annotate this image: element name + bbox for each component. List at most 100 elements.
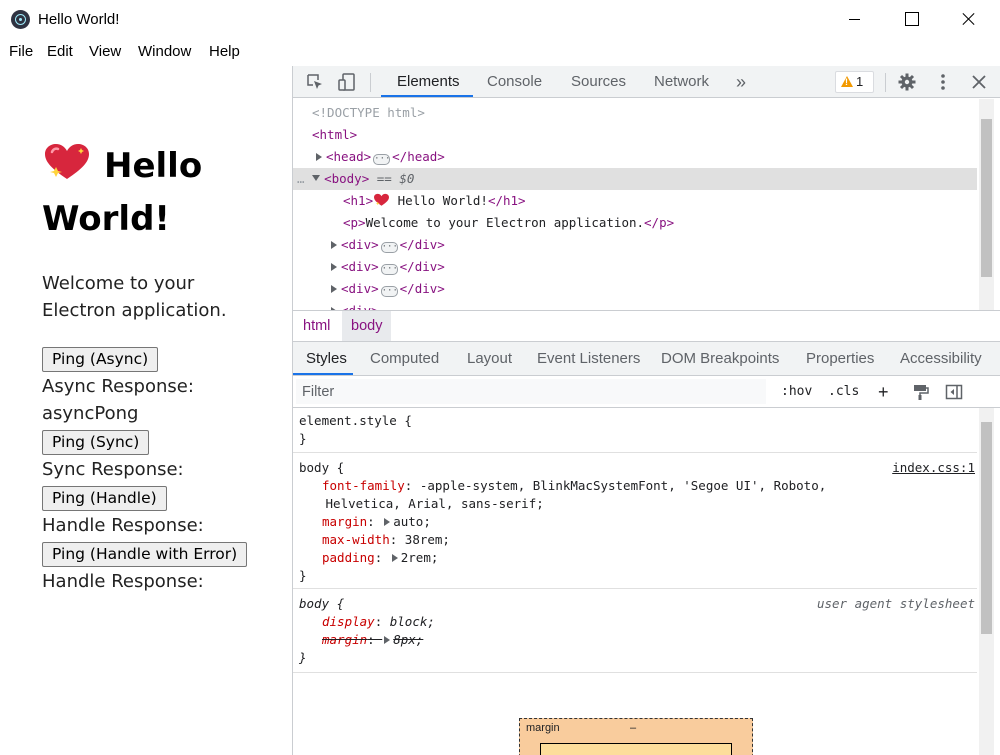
- hover-state-toggle[interactable]: :hov: [781, 376, 812, 408]
- ping-async-button[interactable]: Ping (Async): [42, 347, 159, 372]
- max-width-declaration[interactable]: max-width: 38rem;: [322, 531, 450, 549]
- filter-input[interactable]: [296, 379, 766, 404]
- dom-node-div[interactable]: <div> ··· </div>: [293, 234, 977, 256]
- expand-shorthand-icon[interactable]: [384, 636, 391, 644]
- menu-window[interactable]: Window: [138, 43, 191, 60]
- tab-properties[interactable]: Properties: [806, 342, 874, 375]
- dom-node-html[interactable]: <html>: [293, 124, 977, 146]
- handle-response-label: Handle Response:: [42, 515, 204, 536]
- sync-response-label: Sync Response:: [42, 459, 184, 480]
- app-page: Hello World! Welcome to your Electron ap…: [0, 66, 292, 755]
- electron-app-icon: [11, 10, 30, 29]
- paint-roller-icon[interactable]: [911, 383, 931, 403]
- maximize-button[interactable]: [888, 0, 934, 38]
- body-css-rule[interactable]: body { index.css:1 font-family: -apple-s…: [293, 453, 977, 589]
- font-family-declaration[interactable]: font-family: -apple-system, BlinkMacSyst…: [322, 477, 826, 495]
- class-toggle[interactable]: .cls: [828, 376, 859, 408]
- dom-tree: <!DOCTYPE html> <html> <head> ··· </head> …: [293, 99, 1000, 310]
- tab-computed[interactable]: Computed: [370, 342, 439, 375]
- toggle-sidebar-icon[interactable]: [945, 383, 965, 403]
- dom-node-head[interactable]: <head> ··· </head>: [293, 146, 977, 168]
- tab-sources[interactable]: Sources: [571, 66, 626, 98]
- welcome-paragraph: Welcome to your Electron application.: [42, 273, 227, 321]
- tab-console[interactable]: Console: [487, 66, 542, 98]
- menu-view[interactable]: View: [89, 43, 121, 60]
- menu-file[interactable]: File: [9, 43, 33, 60]
- breadcrumb-html[interactable]: html: [294, 311, 339, 341]
- collapsed-ellipsis-icon[interactable]: ···: [373, 154, 390, 165]
- device-toolbar-icon[interactable]: [337, 72, 357, 92]
- settings-gear-icon[interactable]: [897, 72, 917, 92]
- styles-filter-bar: :hov .cls +: [293, 376, 1000, 408]
- minimize-button[interactable]: [832, 0, 878, 38]
- box-border-area: [540, 743, 732, 755]
- close-window-button[interactable]: [946, 0, 992, 38]
- ping-sync-button[interactable]: Ping (Sync): [42, 430, 150, 455]
- menu-edit[interactable]: Edit: [47, 43, 73, 60]
- dom-node-doctype[interactable]: <!DOCTYPE html>: [293, 102, 977, 124]
- ping-handle-error-button[interactable]: Ping (Handle with Error): [42, 542, 248, 567]
- dom-node-div[interactable]: <div> ··· </div>: [293, 278, 977, 300]
- scrollbar-thumb[interactable]: [981, 119, 992, 277]
- heart-glyph-icon: [373, 193, 390, 208]
- tab-layout[interactable]: Layout: [467, 342, 512, 375]
- tab-event-listeners[interactable]: Event Listeners: [537, 342, 640, 375]
- dom-node-body-selected[interactable]: … <body> == $0: [293, 168, 977, 190]
- selected-node-marker: == $0: [376, 171, 415, 186]
- expand-triangle-icon[interactable]: [331, 285, 337, 293]
- warnings-badge[interactable]: 1: [835, 71, 874, 93]
- active-subtab-indicator: [293, 373, 353, 375]
- collapsed-ellipsis-icon[interactable]: ···: [380, 242, 398, 253]
- dom-node-div-partial[interactable]: <div>: [293, 300, 977, 310]
- tab-dom-breakpoints[interactable]: DOM Breakpoints: [661, 342, 779, 375]
- more-tabs-button[interactable]: »: [736, 66, 746, 98]
- box-model-diagram: margin –: [519, 718, 753, 755]
- dom-tree-scrollbar[interactable]: [979, 99, 994, 310]
- gutter-dots[interactable]: …: [297, 171, 305, 186]
- dom-node-div[interactable]: <div> ··· </div>: [293, 256, 977, 278]
- tab-network[interactable]: Network: [654, 66, 709, 98]
- collapsed-ellipsis-icon[interactable]: ···: [380, 264, 398, 275]
- tab-accessibility[interactable]: Accessibility: [900, 342, 982, 375]
- more-options-icon[interactable]: [933, 72, 953, 92]
- menu-help[interactable]: Help: [209, 43, 240, 60]
- margin-declaration[interactable]: margin: auto;: [322, 513, 431, 531]
- display-declaration[interactable]: display: block;: [322, 613, 435, 631]
- warnings-count: 1: [856, 74, 864, 89]
- collapse-triangle-icon[interactable]: [312, 175, 321, 181]
- dom-node-p[interactable]: <p>Welcome to your Electron application.…: [293, 212, 977, 234]
- new-style-rule-button[interactable]: +: [878, 376, 889, 408]
- expand-triangle-icon[interactable]: [331, 263, 337, 271]
- tab-elements[interactable]: Elements: [397, 66, 460, 98]
- overridden-margin-declaration[interactable]: margin: 8px;: [322, 631, 423, 649]
- ping-handle-button[interactable]: Ping (Handle): [42, 486, 167, 511]
- devtools-toolbar: Elements Console Sources Network » 1: [293, 66, 1000, 98]
- menu-bar: File Edit View Window Help: [0, 38, 1000, 66]
- expand-triangle-icon[interactable]: [331, 241, 337, 249]
- dom-node-h1[interactable]: <h1> Hello World!</h1>: [293, 190, 977, 212]
- breadcrumb-body[interactable]: body: [342, 311, 392, 341]
- page-heading: Hello World!: [42, 140, 282, 246]
- inspect-element-icon[interactable]: [305, 72, 325, 92]
- async-response-value: asyncPong: [42, 403, 139, 424]
- box-margin-label: margin: [526, 722, 560, 734]
- title-bar: Hello World!: [0, 0, 1000, 38]
- padding-declaration[interactable]: padding: 2rem;: [322, 549, 438, 567]
- user-agent-source: user agent stylesheet: [816, 596, 975, 611]
- scrollbar-thumb[interactable]: [981, 422, 992, 634]
- handle-error-response-label: Handle Response:: [42, 571, 204, 592]
- expand-triangle-icon[interactable]: [316, 153, 322, 161]
- styles-scrollbar[interactable]: [979, 408, 994, 755]
- element-style-rule[interactable]: element.style { }: [293, 408, 977, 453]
- body-user-agent-rule[interactable]: body { user agent stylesheet display: bl…: [293, 589, 977, 673]
- sparkling-heart-icon: [42, 143, 92, 181]
- box-margin-value[interactable]: –: [630, 722, 636, 734]
- expand-shorthand-icon[interactable]: [391, 554, 398, 562]
- toolbar-separator: [370, 73, 371, 92]
- source-link[interactable]: index.css:1: [892, 459, 975, 477]
- active-tab-indicator: [381, 95, 473, 97]
- tab-styles[interactable]: Styles: [306, 342, 347, 375]
- collapsed-ellipsis-icon[interactable]: ···: [380, 286, 398, 297]
- expand-shorthand-icon[interactable]: [384, 518, 391, 526]
- close-devtools-icon[interactable]: [969, 72, 989, 92]
